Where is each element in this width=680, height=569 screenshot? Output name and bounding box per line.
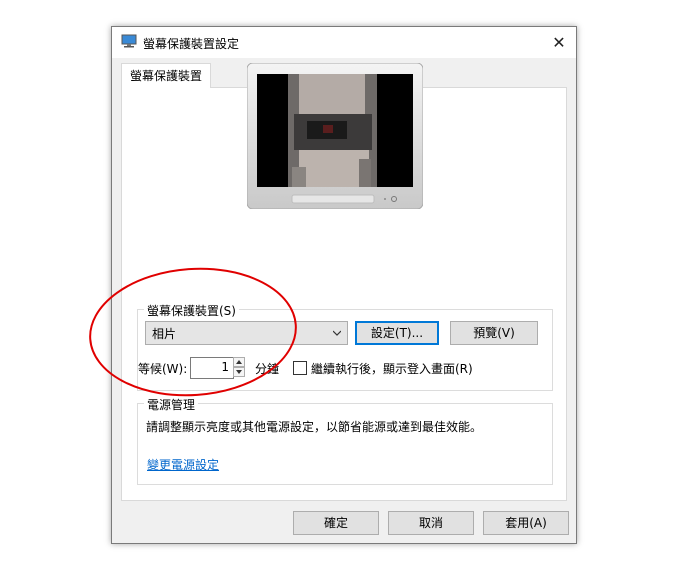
screensaver-selected-value: 相片 <box>152 327 177 341</box>
preview-button[interactable]: 預覽(V) <box>450 321 538 345</box>
wait-minutes-value: 1 <box>221 360 229 374</box>
title-bar: 螢幕保護裝置設定 ✕ <box>112 27 576 58</box>
close-button[interactable]: ✕ <box>542 27 576 58</box>
wait-minutes-input[interactable]: 1 <box>190 357 234 379</box>
screensaver-group-label: 螢幕保護裝置(S) <box>144 302 239 319</box>
apply-button[interactable]: 套用(A) <box>483 511 569 535</box>
resume-logon-label[interactable]: 繼續執行後，顯示登入畫面(R) <box>311 360 473 377</box>
arrow-up-icon <box>236 360 242 364</box>
window-title: 螢幕保護裝置設定 <box>143 37 240 51</box>
power-group-label: 電源管理 <box>144 396 199 413</box>
settings-button[interactable]: 設定(T)... <box>355 321 439 345</box>
close-icon: ✕ <box>552 33 566 52</box>
decrement-button[interactable] <box>233 367 245 377</box>
monitor-preview <box>247 63 423 209</box>
ok-button[interactable]: 確定 <box>293 511 379 535</box>
wait-minutes-stepper[interactable] <box>233 357 245 379</box>
minutes-label: 分鐘 <box>255 362 280 376</box>
monitor-icon <box>121 34 137 48</box>
resume-logon-checkbox[interactable] <box>293 361 307 375</box>
increment-button[interactable] <box>233 357 245 367</box>
change-power-settings-link[interactable]: 變更電源設定 <box>147 456 219 473</box>
tab-screensaver[interactable]: 螢幕保護裝置 <box>121 63 211 88</box>
chevron-down-icon <box>333 330 341 336</box>
screensaver-settings-dialog: 螢幕保護裝置設定 ✕ 螢幕保護裝置 螢幕保護裝置(S) 相片 設定(T)... … <box>111 26 577 544</box>
wait-label: 等候(W): <box>138 362 188 376</box>
power-description: 請調整顯示亮度或其他電源設定，以節省能源或達到最佳效能。 <box>146 420 483 434</box>
arrow-down-icon <box>236 370 242 374</box>
screensaver-select[interactable]: 相片 <box>145 321 348 345</box>
cancel-button[interactable]: 取消 <box>388 511 474 535</box>
